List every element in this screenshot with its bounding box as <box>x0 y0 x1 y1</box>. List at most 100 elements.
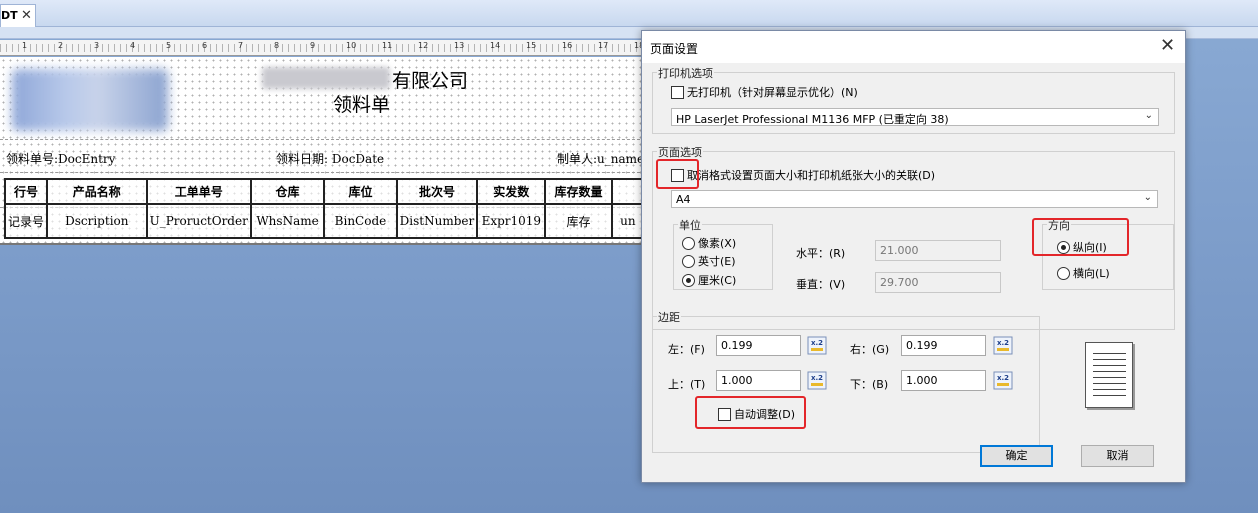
left-margin-input[interactable]: 0.199 <box>716 335 801 356</box>
orientation-portrait-radio-circle[interactable] <box>1057 240 1070 254</box>
top-margin-label: 上：(T) <box>668 378 706 391</box>
margins-group: 边距 左：(F) 0.199 x.2 右：(G) 0.199 x.2 上：(T)… <box>652 309 1040 453</box>
right-margin-input[interactable]: 0.199 <box>901 335 986 356</box>
page-setup-dialog: 页面设置 ✕ 打印机选项 无打印机（针对屏幕显示优化）(N) HP LaserJ… <box>641 30 1186 483</box>
table-cell[interactable]: un <box>610 203 645 239</box>
paper-size-select[interactable]: A4 ⌄ <box>671 190 1158 208</box>
ruler-number: 5 <box>166 41 172 50</box>
doc-date-field[interactable]: 领料日期: DocDate <box>276 150 384 167</box>
table-cell[interactable]: Expr1019 <box>476 203 547 239</box>
band-separator <box>0 172 645 173</box>
table-header-cell[interactable]: 库存数量 <box>544 178 613 205</box>
printer-select[interactable]: HP LaserJet Professional M1136 MFP (已重定向… <box>671 108 1159 126</box>
ruler-number: 2 <box>58 41 64 50</box>
doc-entry-field[interactable]: 领料单号:DocEntry <box>6 150 115 167</box>
ruler-number: 8 <box>274 41 280 50</box>
unit-pixel-radio[interactable]: 像素(X) <box>682 235 736 251</box>
table-cell[interactable]: Dscription <box>46 203 148 239</box>
right-margin-label: 右：(G) <box>850 343 890 356</box>
paper-size-select-value: A4 <box>676 193 691 206</box>
company-logo-image[interactable] <box>12 69 168 131</box>
page-width-input[interactable]: 21.000 <box>875 240 1001 261</box>
detail-table: 行号 产品名称 工单单号 仓库 库位 批次号 实发数 库存数量 记录号 Dscr… <box>3 178 645 239</box>
ok-button[interactable]: 确定 <box>980 445 1053 467</box>
bottom-margin-label: 下：(B) <box>850 378 889 391</box>
unit-convert-top-icon[interactable]: x.2 <box>807 371 827 390</box>
document-tab-label: DT <box>1 9 18 22</box>
band-separator <box>0 139 645 140</box>
table-cell[interactable]: 库存 <box>544 203 613 239</box>
cancel-size-link-checkbox-box[interactable] <box>671 168 684 182</box>
ruler-number: 12 <box>418 41 429 50</box>
unit-inch-radio-label: 英寸(E) <box>698 255 736 268</box>
cancel-size-link-checkbox[interactable]: 取消格式设置页面大小和打印机纸张大小的关联(D) <box>671 167 935 183</box>
close-icon[interactable]: ✕ <box>1160 35 1175 56</box>
table-cell[interactable]: DistNumber <box>395 203 479 239</box>
creator-field[interactable]: 制单人:u_name <box>557 150 644 167</box>
ruler-number: 1 <box>22 41 28 50</box>
table-header-cell[interactable]: 仓库 <box>249 178 326 205</box>
table-cell[interactable]: WhsName <box>249 203 326 239</box>
unit-cm-radio[interactable]: 厘米(C) <box>682 272 736 288</box>
unit-convert-bottom-icon[interactable]: x.2 <box>993 371 1013 390</box>
table-header-cell[interactable]: 产品名称 <box>46 178 148 205</box>
printer-options-label: 打印机选项 <box>657 65 714 81</box>
unit-cm-radio-label: 厘米(C) <box>698 274 737 287</box>
company-name-suffix[interactable]: 有限公司 <box>392 66 468 93</box>
orientation-landscape-radio-circle[interactable] <box>1057 266 1070 280</box>
orientation-label: 方向 <box>1047 217 1071 233</box>
bottom-margin-input[interactable]: 1.000 <box>901 370 986 391</box>
ruler-number: 4 <box>130 41 136 50</box>
table-header-cell[interactable]: 工单单号 <box>145 178 252 205</box>
orientation-portrait-radio[interactable]: 纵向(I) <box>1057 239 1107 255</box>
auto-adjust-checkbox[interactable]: 自动调整(D) <box>718 406 795 422</box>
unit-convert-left-icon[interactable]: x.2 <box>807 336 827 355</box>
no-printer-checkbox[interactable]: 无打印机（针对屏幕显示优化）(N) <box>671 84 858 100</box>
ruler-number: 10 <box>346 41 357 50</box>
document-tab[interactable]: DT ✕ <box>0 4 36 27</box>
unit-inch-radio[interactable]: 英寸(E) <box>682 253 736 269</box>
ruler-number: 13 <box>454 41 465 50</box>
close-tab-icon[interactable]: ✕ <box>21 8 32 23</box>
ruler-number: 17 <box>598 41 609 50</box>
auto-adjust-checkbox-box[interactable] <box>718 407 731 421</box>
ruler-number: 14 <box>490 41 501 50</box>
page-preview-icon <box>1085 342 1133 408</box>
orientation-group: 方向 纵向(I) 横向(L) <box>1042 217 1174 290</box>
report-design-surface[interactable]: 有限公司 领料单 领料单号:DocEntry 领料日期: DocDate 制单人… <box>0 57 645 245</box>
no-printer-checkbox-label: 无打印机（针对屏幕显示优化）(N) <box>687 86 858 99</box>
no-printer-checkbox-box[interactable] <box>671 85 684 99</box>
report-title[interactable]: 领料单 <box>333 90 390 117</box>
table-header-cell[interactable] <box>610 178 645 205</box>
table-row: 记录号 Dscription U_ProructOrder WhsName Bi… <box>3 203 645 239</box>
ruler-number: 9 <box>310 41 316 50</box>
ruler-number: 6 <box>202 41 208 50</box>
document-tab-strip: DT ✕ <box>0 0 1258 27</box>
width-label: 水平：(R) <box>796 247 846 260</box>
top-margin-input[interactable]: 1.000 <box>716 370 801 391</box>
company-name-redacted <box>262 67 390 89</box>
unit-convert-right-icon[interactable]: x.2 <box>993 336 1013 355</box>
unit-cm-radio-circle[interactable] <box>682 273 695 287</box>
unit-pixel-radio-circle[interactable] <box>682 236 695 250</box>
table-header-row: 行号 产品名称 工单单号 仓库 库位 批次号 实发数 库存数量 <box>3 178 645 205</box>
table-header-cell[interactable]: 库位 <box>323 178 398 205</box>
orientation-landscape-radio[interactable]: 横向(L) <box>1057 265 1110 281</box>
chevron-down-icon: ⌄ <box>1143 192 1152 203</box>
chevron-down-icon: ⌄ <box>1144 110 1153 121</box>
cancel-button[interactable]: 取消 <box>1081 445 1154 467</box>
ruler-number: 7 <box>238 41 244 50</box>
table-header-cell[interactable]: 行号 <box>3 178 49 205</box>
table-header-cell[interactable]: 批次号 <box>395 178 479 205</box>
cancel-size-link-checkbox-label: 取消格式设置页面大小和打印机纸张大小的关联(D) <box>687 169 936 182</box>
auto-adjust-checkbox-label: 自动调整(D) <box>734 408 796 421</box>
page-options-label: 页面选项 <box>657 144 703 160</box>
unit-inch-radio-circle[interactable] <box>682 254 695 268</box>
table-cell[interactable]: 记录号 <box>3 203 49 239</box>
table-header-cell[interactable]: 实发数 <box>476 178 547 205</box>
table-cell[interactable]: BinCode <box>323 203 398 239</box>
svg-text:x.2: x.2 <box>811 339 823 347</box>
page-height-input[interactable]: 29.700 <box>875 272 1001 293</box>
ruler-number: 11 <box>382 41 393 50</box>
table-cell[interactable]: U_ProructOrder <box>145 203 252 239</box>
